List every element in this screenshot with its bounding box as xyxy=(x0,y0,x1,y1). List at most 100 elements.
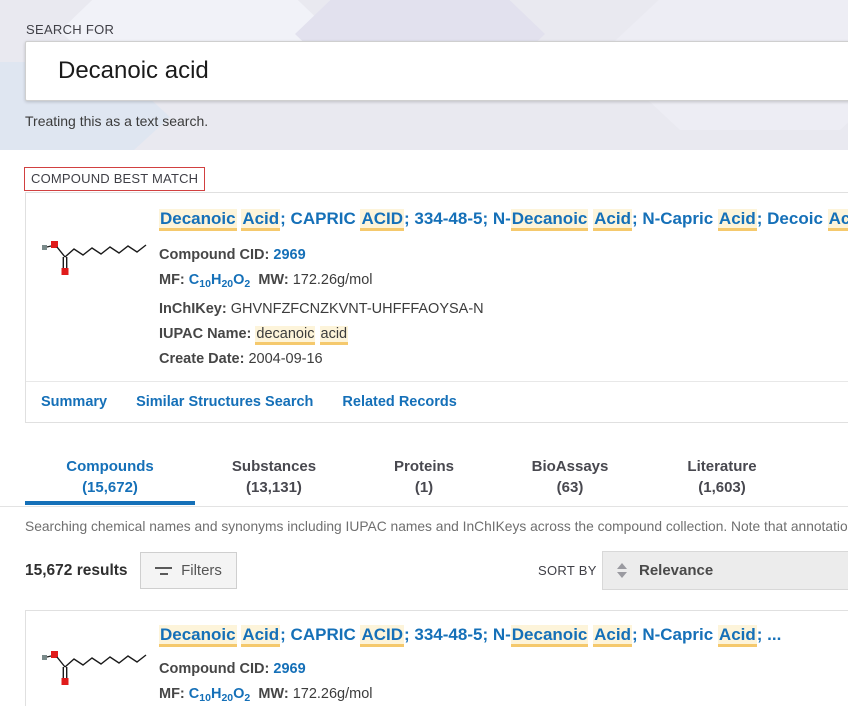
tab-label: Substances xyxy=(232,456,316,477)
compound-title-link[interactable]: Decanoic Acid; CAPRIC ACID; 334-48-5; N-… xyxy=(159,209,848,237)
highlighted-term[interactable]: Acid xyxy=(718,625,757,647)
highlighted-term[interactable]: Acid xyxy=(241,209,280,231)
highlighted-term[interactable]: Decanoic xyxy=(159,209,237,231)
detail-row: IUPAC Name: decanoic acid xyxy=(159,322,484,347)
highlighted-term[interactable]: ACID xyxy=(360,625,404,647)
text-segment: Compound CID: xyxy=(159,661,273,677)
best-match-card: Decanoic Acid; CAPRIC ACID; 334-48-5; N-… xyxy=(25,192,848,423)
detail-row: InChIKey: GHVNFZFCNZKVNT-UHFFFAOYSA-N xyxy=(159,297,484,322)
text-segment[interactable]: ; 334-48-5; N- xyxy=(404,209,511,228)
text-segment[interactable]: O xyxy=(233,686,244,702)
highlighted-term: decanoic xyxy=(255,326,315,345)
text-segment: 10 xyxy=(199,692,211,704)
structure-image[interactable] xyxy=(38,633,150,693)
text-segment: InChIKey: xyxy=(159,301,231,317)
tab-substances[interactable]: Substances(13,131) xyxy=(232,456,316,498)
text-segment[interactable]: C xyxy=(189,272,199,288)
compound-best-match-label: COMPOUND BEST MATCH xyxy=(24,167,205,191)
highlighted-term[interactable]: Decanoic xyxy=(159,625,237,647)
tab-label: Literature xyxy=(687,456,756,477)
results-count: 15,672 results xyxy=(25,562,128,580)
compound-details: Compound CID: 2969MF: C10H20O2 MW: 172.2… xyxy=(159,657,373,706)
filter-icon xyxy=(155,567,172,575)
detail-row: Compound CID: 2969 xyxy=(159,243,484,268)
tab-label: BioAssays xyxy=(532,456,609,477)
sort-by-label: SORT BY xyxy=(538,563,597,578)
tab-count: (1,603) xyxy=(687,477,756,498)
text-segment: 172.26g/mol xyxy=(293,272,373,288)
text-segment[interactable]: O xyxy=(233,272,244,288)
detail-row: MF: C10H20O2 MW: 172.26g/mol xyxy=(159,682,373,706)
result-category-tabs: Compounds(15,672) Substances(13,131) Prote… xyxy=(0,450,848,507)
text-segment: MW: xyxy=(250,272,292,288)
text-segment[interactable]: ; ... xyxy=(757,625,782,644)
text-segment[interactable]: ; CAPRIC xyxy=(280,209,360,228)
best-match-actions: Summary Similar Structures Search Relate… xyxy=(26,381,848,422)
text-segment[interactable]: ; N-Capric xyxy=(632,209,718,228)
tab-count: (63) xyxy=(532,477,609,498)
text-segment: MW: xyxy=(250,686,292,702)
detail-row: MF: C10H20O2 MW: 172.26g/mol xyxy=(159,268,484,297)
text-segment: 10 xyxy=(199,278,211,290)
highlighted-term[interactable]: Acid xyxy=(593,209,632,231)
search-for-label: SEARCH FOR xyxy=(26,22,114,37)
text-segment: Compound CID: xyxy=(159,247,273,263)
text-segment: MF: xyxy=(159,272,189,288)
text-segment: 172.26g/mol xyxy=(293,686,373,702)
compound-title-link[interactable]: Decanoic Acid; CAPRIC ACID; 334-48-5; N-… xyxy=(159,625,848,653)
highlighted-term[interactable]: Acid xyxy=(718,209,757,231)
text-segment[interactable]: 2969 xyxy=(273,661,305,677)
result-item-card: Decanoic Acid; CAPRIC ACID; 334-48-5; N-… xyxy=(25,610,848,706)
text-segment[interactable]: ; CAPRIC xyxy=(280,625,360,644)
compound-details: Compound CID: 2969MF: C10H20O2 MW: 172.2… xyxy=(159,243,484,372)
sort-selected-value: Relevance xyxy=(639,562,713,579)
text-segment[interactable]: ; N-Capric xyxy=(632,625,718,644)
tab-compounds[interactable]: Compounds(15,672) xyxy=(66,456,154,498)
highlighted-term[interactable]: Decanoic xyxy=(511,625,589,647)
text-search-note: Treating this as a text search. xyxy=(25,113,208,129)
text-segment[interactable]: C xyxy=(189,686,199,702)
text-segment[interactable]: H xyxy=(211,686,221,702)
text-segment: MF: xyxy=(159,686,189,702)
tab-proteins[interactable]: Proteins(1) xyxy=(394,456,454,498)
sort-arrows-icon xyxy=(617,563,627,578)
tab-count: (13,131) xyxy=(232,477,316,498)
search-header: SEARCH FOR Treating this as a text searc… xyxy=(0,0,848,150)
tab-label: Proteins xyxy=(394,456,454,477)
text-segment xyxy=(315,326,319,342)
pubchem-search-results-page: SEARCH FOR Treating this as a text searc… xyxy=(0,0,848,706)
filters-button-label: Filters xyxy=(181,562,222,579)
highlighted-term[interactable]: Acid xyxy=(593,625,632,647)
similar-structures-search-link[interactable]: Similar Structures Search xyxy=(136,394,313,410)
text-segment: 20 xyxy=(221,278,233,290)
text-segment: GHVNFZFCNZKVNT-UHFFFAOYSA-N xyxy=(231,301,484,317)
active-tab-underline xyxy=(25,501,195,505)
structure-image[interactable] xyxy=(38,223,150,283)
related-records-link[interactable]: Related Records xyxy=(342,394,456,410)
text-segment[interactable]: ; Decoic xyxy=(757,209,828,228)
tab-literature[interactable]: Literature(1,603) xyxy=(687,456,756,498)
text-segment: 20 xyxy=(221,692,233,704)
sort-select[interactable]: Relevance xyxy=(602,551,848,590)
highlighted-term: acid xyxy=(320,326,349,345)
text-segment[interactable]: H xyxy=(211,272,221,288)
text-segment: 2004-09-16 xyxy=(248,351,322,367)
tab-count: (1) xyxy=(394,477,454,498)
highlighted-term[interactable]: Acid xyxy=(241,625,280,647)
tab-label: Compounds xyxy=(66,456,154,477)
text-segment: IUPAC Name: xyxy=(159,326,255,342)
summary-link[interactable]: Summary xyxy=(41,394,107,410)
highlighted-term[interactable]: Decanoic xyxy=(511,209,589,231)
detail-row: Compound CID: 2969 xyxy=(159,657,373,682)
highlighted-term[interactable]: Acid xyxy=(828,209,848,231)
text-segment: Create Date: xyxy=(159,351,248,367)
search-input[interactable] xyxy=(25,41,848,101)
tab-bioassays[interactable]: BioAssays(63) xyxy=(532,456,609,498)
detail-row: Create Date: 2004-09-16 xyxy=(159,347,484,372)
highlighted-term[interactable]: ACID xyxy=(360,209,404,231)
text-segment[interactable]: 2969 xyxy=(273,247,305,263)
collection-note: Searching chemical names and synonyms in… xyxy=(25,519,848,539)
filters-button[interactable]: Filters xyxy=(140,552,237,589)
tab-count: (15,672) xyxy=(66,477,154,498)
text-segment[interactable]: ; 334-48-5; N- xyxy=(404,625,511,644)
